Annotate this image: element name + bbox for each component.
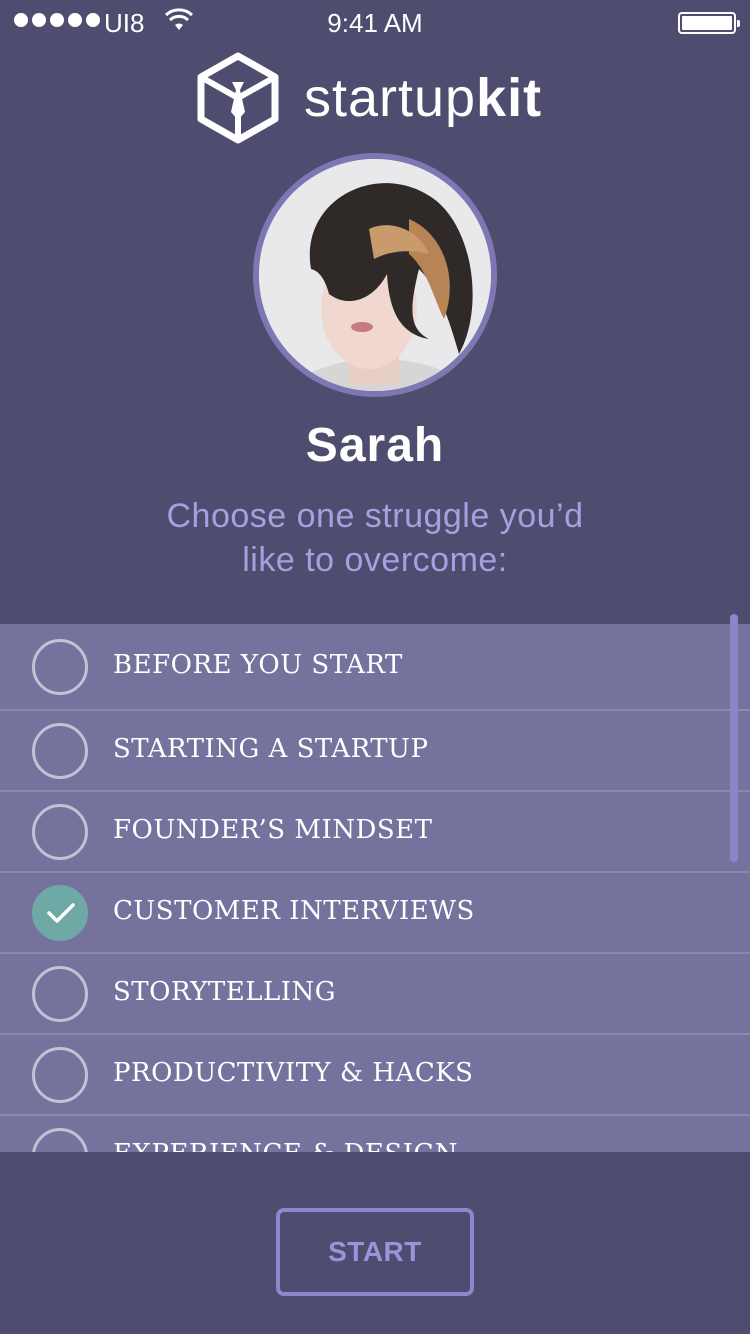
radio-unchecked-icon[interactable] (32, 638, 88, 695)
logo-text-light: startup (304, 68, 477, 128)
list-item[interactable]: BEFORE YOU START (0, 624, 750, 711)
list-item[interactable]: FOUNDER’S MINDSET (0, 792, 750, 873)
list-item-selected[interactable]: CUSTOMER INTERVIEWS (0, 873, 750, 954)
avatar-photo (259, 159, 491, 391)
list-item-label: STORYTELLING (113, 976, 337, 1007)
radio-unchecked-icon[interactable] (32, 1127, 88, 1152)
list-item-label: CUSTOMER INTERVIEWS (113, 895, 475, 926)
list-item[interactable]: STARTING A STARTUP (0, 711, 750, 792)
app-logo: startupkit (196, 52, 542, 144)
list-item-label: STARTING A STARTUP (113, 733, 429, 764)
list-item[interactable]: PRODUCTIVITY & HACKS (0, 1035, 750, 1116)
status-bar: UI8 9:41 AM (0, 0, 750, 46)
status-time: 9:41 AM (327, 8, 423, 38)
avatar (253, 153, 497, 397)
profile-name: Sarah (305, 419, 445, 472)
radio-unchecked-icon[interactable] (32, 1046, 88, 1103)
radio-unchecked-icon[interactable] (32, 803, 88, 860)
instruction-line-1: Choose one struggle you’d (166, 497, 584, 535)
list-item-label: FOUNDER’S MINDSET (113, 814, 433, 845)
list-item[interactable]: STORYTELLING (0, 954, 750, 1035)
list-item-label: EXPERIENCE & DESIGN (113, 1139, 458, 1153)
battery-icon (678, 12, 740, 34)
box-tie-icon (197, 52, 279, 144)
list-item-label: PRODUCTIVITY & HACKS (113, 1057, 474, 1088)
logo-wordmark: startupkit (304, 71, 542, 125)
logo-text-bold: kit (476, 68, 543, 128)
instruction-line-2: like to overcome: (242, 541, 508, 579)
radio-unchecked-icon[interactable] (32, 965, 88, 1022)
instruction-text: Choose one struggle you’d like to overco… (100, 494, 650, 582)
list-item-label: BEFORE YOU START (113, 649, 403, 680)
checkmark-icon[interactable] (32, 884, 88, 941)
radio-unchecked-icon[interactable] (32, 722, 88, 779)
start-button[interactable]: START (276, 1208, 474, 1296)
list-scrollbar[interactable] (730, 614, 738, 862)
footer: START (0, 1152, 750, 1334)
list-item[interactable]: EXPERIENCE & DESIGN (0, 1116, 750, 1152)
struggle-list[interactable]: BEFORE YOU START STARTING A STARTUP FOUN… (0, 624, 750, 1152)
